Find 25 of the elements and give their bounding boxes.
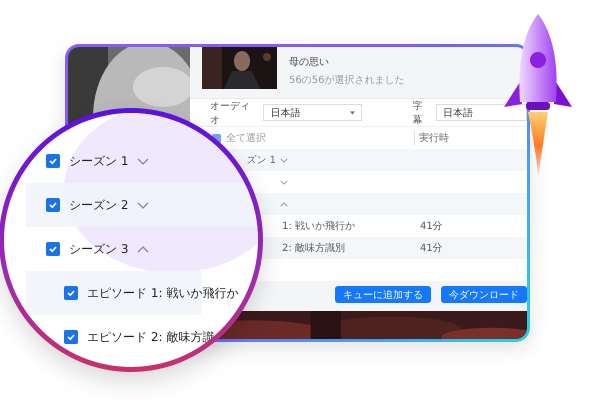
checkbox[interactable]: [46, 242, 60, 256]
chevron-up-icon[interactable]: [280, 202, 288, 206]
checkmark-icon: [48, 200, 58, 210]
audio-dropdown[interactable]: 日本語: [263, 104, 362, 121]
runtime: 41分: [420, 220, 443, 233]
chevron-down-icon[interactable]: [280, 180, 288, 184]
chevron-down-icon[interactable]: [280, 158, 288, 162]
subtitle-label: 字幕: [412, 100, 424, 126]
select-all-label: 全て選択: [226, 132, 267, 145]
episode-title: 2: 敵味方識別: [281, 242, 346, 255]
episode-title: 1: 戦いか飛行か: [281, 220, 356, 233]
action-button[interactable]: 今ダウンロード: [441, 286, 527, 303]
checkmark-icon: [48, 156, 58, 166]
selection-count: 56の56が選択されました: [289, 74, 404, 87]
caret-icon: [350, 110, 356, 114]
runtime: 41分: [420, 242, 443, 255]
action-button[interactable]: キューに追加する: [335, 286, 431, 303]
audio-label: オーディオ: [210, 100, 251, 126]
video-title: 母の思い: [289, 56, 330, 69]
checkmark-icon: [48, 244, 58, 254]
subtitle-dropdown[interactable]: 日本語: [436, 104, 527, 121]
season-label: ズン 1: [246, 155, 276, 166]
checkbox[interactable]: [46, 154, 60, 168]
checkbox[interactable]: [46, 198, 60, 212]
column-header: 実行時: [414, 131, 449, 145]
